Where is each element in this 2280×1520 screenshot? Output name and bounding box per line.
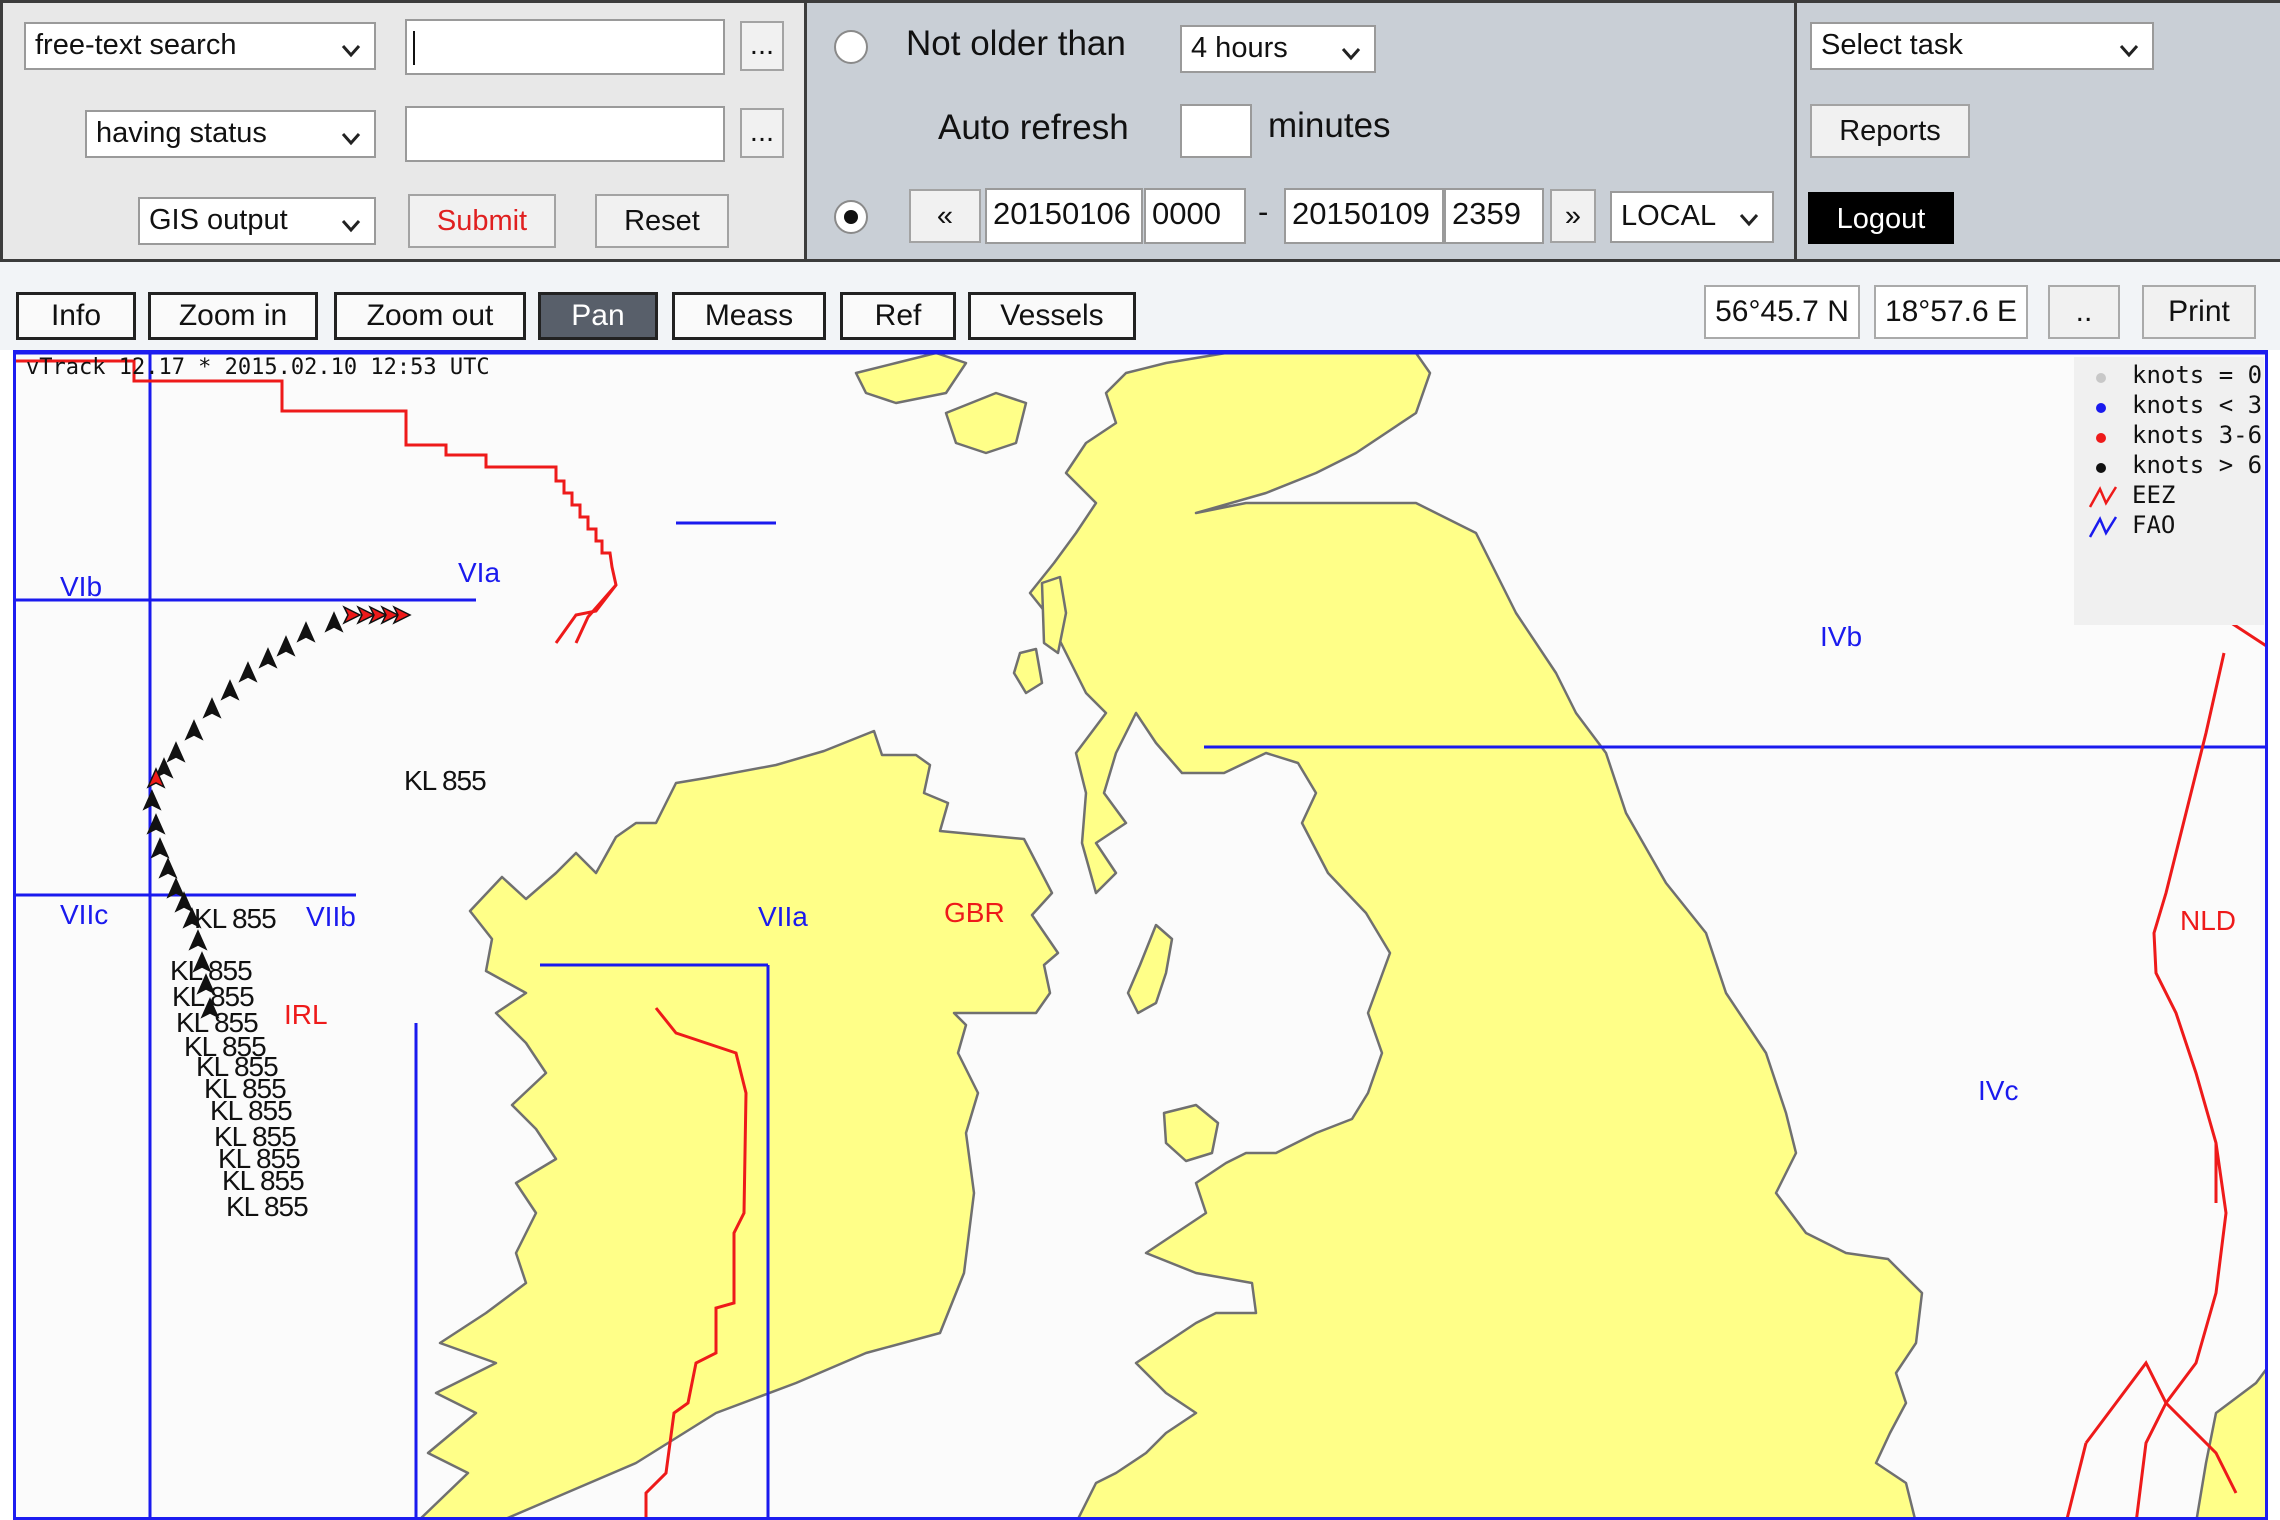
vessel-label[interactable]: KL 855 [404, 765, 487, 797]
vessels-button[interactable]: Vessels [968, 292, 1136, 340]
next-period-button[interactable]: » [1550, 189, 1596, 243]
to-date-input[interactable]: 20150109 [1284, 188, 1444, 244]
eez-label: GBR [944, 897, 1005, 928]
auto-refresh-input[interactable] [1180, 104, 1252, 158]
map-timestamp: vTrack 12.17 * 2015.02.10 12:53 UTC [26, 355, 490, 380]
vessel-position-icon[interactable] [150, 837, 170, 859]
status-filter-select[interactable]: having status [85, 110, 376, 158]
chevron-down-icon [1739, 214, 1759, 227]
ref-button[interactable]: Ref [840, 292, 956, 340]
vessel-position-icon[interactable] [296, 621, 316, 643]
not-older-radio[interactable] [834, 30, 868, 64]
zoom-in-button[interactable]: Zoom in [148, 292, 318, 340]
legend-label: knots = 0 [2132, 361, 2263, 389]
fao-label: VIIa [758, 901, 808, 932]
longitude-display: 18°57.6 E [1874, 285, 2028, 339]
vessel-position-icon[interactable] [142, 789, 162, 811]
fao-label: IVb [1820, 621, 1863, 652]
fao-label: VIa [458, 557, 501, 588]
vessel-position-icon[interactable] [166, 877, 186, 899]
fao-label: VIIb [306, 901, 356, 932]
logout-button[interactable]: Logout [1808, 192, 1954, 244]
coord-options-button[interactable]: .. [2048, 285, 2120, 339]
chevron-down-icon [341, 45, 361, 58]
vessel-position-icon[interactable] [276, 635, 296, 657]
legend-label: knots < 3 [2132, 391, 2263, 419]
to-time-input[interactable]: 2359 [1444, 188, 1544, 244]
vessel-position-icon[interactable] [166, 741, 186, 763]
print-button[interactable]: Print [2142, 285, 2256, 339]
status-input[interactable] [405, 106, 725, 162]
chevron-down-icon [1341, 48, 1361, 61]
text-cursor [413, 31, 415, 65]
vessel-position-icon[interactable] [258, 647, 278, 669]
not-older-label: Not older than [906, 24, 1126, 63]
vessel-position-icon[interactable] [342, 605, 362, 625]
legend-label: knots 3-6 [2132, 421, 2263, 449]
task-select-value: Select task [1821, 29, 1963, 61]
timezone-select[interactable]: LOCAL [1610, 191, 1774, 243]
status-more-button[interactable]: ... [740, 108, 784, 158]
legend-label: FAO [2132, 511, 2176, 539]
vessel-position-icon[interactable] [174, 891, 194, 913]
speed-dot-icon [2096, 373, 2106, 383]
vessel-position-icon[interactable] [324, 611, 344, 633]
fao-label: IVc [1978, 1075, 2019, 1106]
timezone-value: LOCAL [1621, 200, 1717, 232]
chevron-down-icon [2119, 45, 2139, 58]
from-date-input[interactable]: 20150106 [985, 188, 1143, 244]
search-mode-select[interactable]: free-text search [24, 22, 376, 70]
zoom-out-button[interactable]: Zoom out [334, 292, 526, 340]
not-older-value: 4 hours [1191, 32, 1288, 64]
status-filter-value: having status [96, 117, 267, 149]
vessel-track [142, 605, 412, 1019]
vessel-position-icon[interactable] [184, 719, 204, 741]
fao-label: VIb [60, 571, 103, 602]
fao-label: VIIc [60, 899, 109, 930]
info-button[interactable]: Info [16, 292, 136, 340]
chevron-down-icon [341, 133, 361, 146]
legend-item: FAO [2074, 507, 2264, 547]
speed-dot-icon [2096, 433, 2106, 443]
vessel-label[interactable]: KL 855 [194, 903, 277, 935]
eez-label: NLD [2180, 905, 2237, 936]
speed-dot-icon [2096, 403, 2106, 413]
speed-dot-icon [2096, 463, 2106, 473]
output-select[interactable]: GIS output [138, 197, 376, 245]
measure-button[interactable]: Meass [672, 292, 826, 340]
legend-label: EEZ [2132, 481, 2176, 509]
search-input[interactable] [405, 19, 725, 75]
auto-refresh-label: Auto refresh [938, 108, 1129, 147]
reports-button[interactable]: Reports [1810, 104, 1970, 158]
prev-period-button[interactable]: « [909, 189, 981, 243]
map-view[interactable]: vTrack 12.17 * 2015.02.10 12:53 UTC VIb … [13, 350, 2268, 1520]
vessel-label[interactable]: KL 855 [226, 1191, 309, 1223]
vessel-position-icon[interactable] [158, 857, 178, 879]
date-range-radio[interactable] [834, 200, 868, 234]
vessel-position-icon[interactable] [146, 813, 166, 835]
from-time-input[interactable]: 0000 [1144, 188, 1246, 244]
submit-button[interactable]: Submit [408, 194, 556, 248]
not-older-select[interactable]: 4 hours [1180, 25, 1376, 73]
reset-button[interactable]: Reset [595, 194, 729, 248]
pan-button[interactable]: Pan [538, 292, 658, 340]
fao-line-icon [2088, 516, 2118, 538]
vessel-position-icon[interactable] [238, 661, 258, 683]
range-separator: - [1258, 194, 1269, 229]
minutes-label: minutes [1268, 106, 1391, 145]
legend-label: knots > 6 [2132, 451, 2263, 479]
vessel-position-icon[interactable] [202, 697, 222, 719]
vessel-position-icon[interactable] [220, 679, 240, 701]
chevron-down-icon [341, 220, 361, 233]
search-more-button[interactable]: ... [740, 21, 784, 71]
latitude-display: 56°45.7 N [1704, 285, 1860, 339]
output-value: GIS output [149, 204, 288, 236]
map-legend: knots = 0 knots < 3 knots 3-6 knots > 6 … [2074, 357, 2264, 625]
search-mode-value: free-text search [35, 29, 237, 61]
eez-label: IRL [284, 999, 328, 1030]
task-select[interactable]: Select task [1810, 22, 2154, 70]
